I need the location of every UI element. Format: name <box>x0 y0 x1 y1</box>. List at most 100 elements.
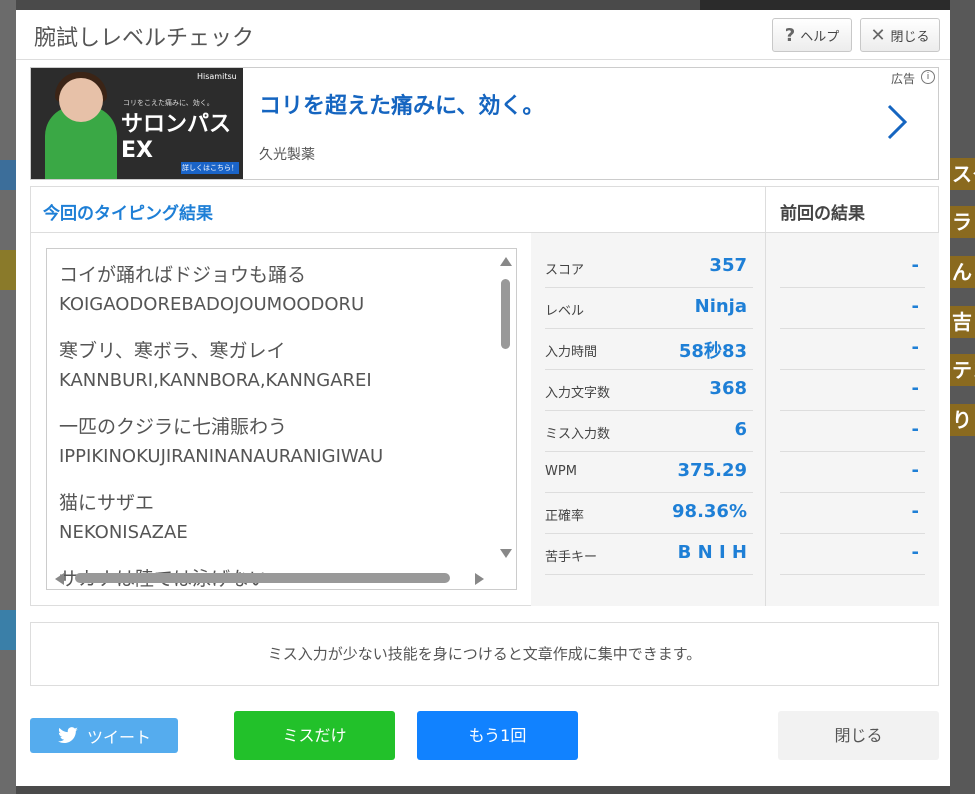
phrase-romaji: NEKONISAZAE <box>59 522 188 543</box>
previous-value: - <box>911 460 919 481</box>
background-page-left <box>0 0 16 794</box>
level-check-modal: 腕試しレベルチェック ? ヘルプ ✕ 閉じる コリをこえた痛みに、効く。 サロン… <box>16 10 950 786</box>
previous-value: - <box>911 501 919 522</box>
stat-label: レベル <box>545 304 585 319</box>
stat-label: 苦手キー <box>545 550 598 565</box>
previous-results-heading: 前回の結果 <box>780 204 865 224</box>
phrase-kana: 一匹のクジラに七浦賑わう <box>59 416 288 438</box>
bg-chip: ん <box>950 256 975 288</box>
stat-row-chars: 入力文字数 368 <box>545 370 753 411</box>
current-results-header: 今回のタイピング結果 <box>31 187 766 233</box>
previous-row-chars: - <box>780 370 925 411</box>
stat-value: 6 <box>734 419 747 440</box>
scroll-down-icon[interactable] <box>500 549 512 558</box>
stat-row-wpm: WPM 375.29 <box>545 452 753 493</box>
close-top-button-label: 閉じる <box>890 29 930 45</box>
close-top-button[interactable]: ✕ 閉じる <box>860 18 940 52</box>
ad-image[interactable]: コリをこえた痛みに、効く。 サロンパスEX Hisamitsu 詳しくはこちら！ <box>31 68 243 179</box>
previous-row-level: - <box>780 288 925 329</box>
stat-row-score: スコア 357 <box>545 247 753 288</box>
previous-value: - <box>911 378 919 399</box>
advice-message: ミス入力が少ない技能を身につけると文章作成に集中できます。 <box>30 622 939 686</box>
phrase-kana: 猫にサザエ <box>59 492 155 514</box>
bg-chip: スタ <box>950 158 975 190</box>
list-item: 一匹のクジラに七浦賑わう IPPIKINOKUJIRANINANAURANIGI… <box>59 413 489 471</box>
stat-value: Ninja <box>694 296 747 317</box>
bg-chip: り <box>950 404 975 436</box>
horizontal-scroll-thumb[interactable] <box>75 573 450 583</box>
previous-stats: - - - - - - - - <box>766 233 939 606</box>
background-page-right: スタ ラ ん 吉 テン り <box>950 0 975 794</box>
ad-figure-face <box>59 78 103 122</box>
scroll-right-icon[interactable] <box>475 573 484 585</box>
stat-row-misses: ミス入力数 6 <box>545 411 753 452</box>
phrase-kana: 寒ブリ、寒ボラ、寒ガレイ <box>59 340 286 362</box>
stat-value: B N I H <box>677 542 747 563</box>
horizontal-scrollbar[interactable] <box>55 571 490 585</box>
previous-results-header: 前回の結果 <box>766 187 939 233</box>
close-button[interactable]: 閉じる <box>778 711 939 760</box>
previous-row-weak-keys: - <box>780 534 925 575</box>
stat-value: 368 <box>709 378 747 399</box>
previous-value: - <box>911 542 919 563</box>
stat-value: 375.29 <box>677 460 747 481</box>
help-button-label: ヘルプ <box>800 29 840 45</box>
bg-chip: ラ <box>950 206 975 238</box>
close-icon: ✕ <box>870 24 886 46</box>
list-item: 寒ブリ、寒ボラ、寒ガレイ KANNBURI,KANNBORA,KANNGAREI <box>59 337 489 395</box>
previous-row-score: - <box>780 247 925 288</box>
question-icon: ? <box>784 24 796 46</box>
list-item: 猫にサザエ NEKONISAZAE <box>59 489 489 547</box>
current-results-heading: 今回のタイピング結果 <box>43 204 213 224</box>
bg-chip: テン <box>950 354 975 386</box>
ad-image-brand: サロンパスEX <box>121 112 232 163</box>
previous-row-accuracy: - <box>780 493 925 534</box>
ad-headline[interactable]: コリを超えた痛みに、効く。 <box>259 88 544 120</box>
twitter-bird-icon <box>58 726 78 743</box>
phrases-section: コイが踊ればドジョウも踊る KOIGAODOREBADOJOUMOODORU 寒… <box>31 233 531 606</box>
vertical-scroll-thumb[interactable] <box>501 279 510 349</box>
modal-title: 腕試しレベルチェック <box>34 26 255 51</box>
previous-row-time: - <box>780 329 925 370</box>
previous-value: - <box>911 255 919 276</box>
stat-row-time: 入力時間 58秒83 <box>545 329 753 370</box>
chevron-right-icon[interactable] <box>881 102 911 142</box>
help-button[interactable]: ? ヘルプ <box>772 18 852 52</box>
tweet-button[interactable]: ツイート <box>30 718 178 753</box>
stat-label: 入力時間 <box>545 345 598 360</box>
background-topbar <box>700 0 975 10</box>
stat-value: 98.36% <box>672 501 747 522</box>
phrase-kana: コイが踊ればドジョウも踊る <box>59 264 307 286</box>
previous-row-wpm: - <box>780 452 925 493</box>
stat-row-level: レベル Ninja <box>545 288 753 329</box>
ad-banner[interactable]: コリをこえた痛みに、効く。 サロンパスEX Hisamitsu 詳しくはこちら！… <box>30 67 939 180</box>
ad-info-icon[interactable]: i <box>921 70 935 84</box>
ad-image-maker: Hisamitsu <box>197 72 237 81</box>
stat-row-accuracy: 正確率 98.36% <box>545 493 753 534</box>
vertical-scrollbar[interactable] <box>499 257 513 567</box>
phrase-list-box[interactable]: コイが踊ればドジョウも踊る KOIGAODOREBADOJOUMOODORU 寒… <box>46 248 517 590</box>
previous-value: - <box>911 337 919 358</box>
current-stats: スコア 357 レベル Ninja 入力時間 58秒83 入力文字数 368 ミ… <box>531 233 766 606</box>
tweet-button-label: ツイート <box>86 727 151 747</box>
phrase-list: コイが踊ればドジョウも踊る KOIGAODOREBADOJOUMOODORU 寒… <box>59 261 489 589</box>
stat-label: 正確率 <box>545 509 585 524</box>
miss-only-button[interactable]: ミスだけ <box>234 711 395 760</box>
ad-advertiser: 久光製薬 <box>259 147 315 163</box>
previous-value: - <box>911 296 919 317</box>
stat-label: 入力文字数 <box>545 386 611 401</box>
phrase-romaji: IPPIKINOKUJIRANINANAURANIGIWAU <box>59 446 384 467</box>
previous-row-misses: - <box>780 411 925 452</box>
phrase-romaji: KOIGAODOREBADOJOUMOODORU <box>59 294 365 315</box>
stat-label: スコア <box>545 263 585 278</box>
retry-button[interactable]: もう1回 <box>417 711 578 760</box>
scroll-left-icon[interactable] <box>55 573 64 585</box>
scroll-up-icon[interactable] <box>500 257 512 266</box>
stat-label: ミス入力数 <box>545 427 611 442</box>
ad-label: 広告 <box>891 72 916 86</box>
stat-row-weak-keys: 苦手キー B N I H <box>545 534 753 575</box>
previous-value: - <box>911 419 919 440</box>
results-panel: 今回のタイピング結果 前回の結果 コイが踊ればドジョウも踊る KOIGAODOR… <box>30 186 939 606</box>
modal-header: 腕試しレベルチェック ? ヘルプ ✕ 閉じる <box>16 10 950 60</box>
bg-chip: 吉 <box>950 306 975 338</box>
